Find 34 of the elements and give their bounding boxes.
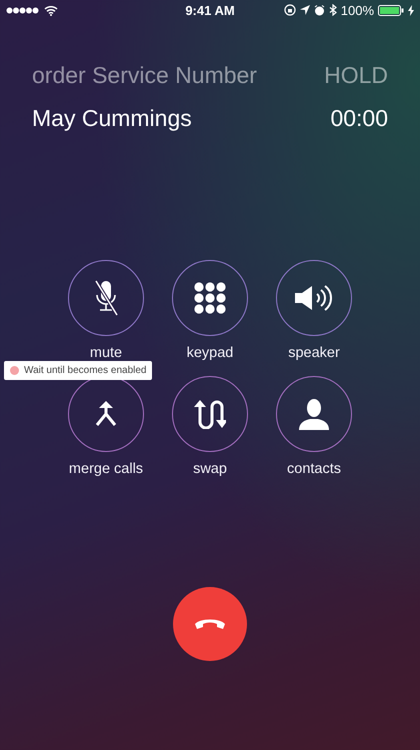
bluetooth-icon xyxy=(328,4,337,16)
clock-time: 9:41 AM xyxy=(185,2,235,18)
battery-percent: 100% xyxy=(340,2,374,18)
wifi-icon xyxy=(44,4,58,16)
button-label: keypad xyxy=(186,345,234,361)
button-label: mute xyxy=(90,345,122,361)
contacts-button[interactable] xyxy=(276,376,352,452)
swap-button[interactable] xyxy=(172,376,248,452)
muted-microphone-icon xyxy=(93,280,119,316)
mute-button[interactable] xyxy=(68,260,144,336)
charging-icon xyxy=(408,4,414,16)
swap-arrows-icon xyxy=(194,399,226,429)
speaker-icon xyxy=(294,283,334,313)
speaker-button[interactable] xyxy=(276,260,352,336)
tooltip-text: Wait until becomes enabled xyxy=(24,365,146,376)
button-label: merge calls xyxy=(68,461,144,477)
person-silhouette-icon xyxy=(299,398,329,430)
caller-name: May Cummings xyxy=(32,105,192,132)
caller-name: order Service Number xyxy=(32,62,257,89)
call-timer: 00:00 xyxy=(330,105,388,132)
rotation-lock-icon xyxy=(284,4,296,16)
button-label: speaker xyxy=(288,345,340,361)
signal-icon xyxy=(6,6,40,14)
battery-icon xyxy=(378,4,404,16)
hold-status: HOLD xyxy=(324,62,388,89)
alarm-icon xyxy=(314,4,325,16)
merge-arrow-icon xyxy=(95,400,117,428)
location-icon xyxy=(300,5,310,15)
keypad-button[interactable] xyxy=(172,260,248,336)
status-dot-icon xyxy=(10,366,19,375)
button-label: swap xyxy=(193,461,227,477)
keypad-icon xyxy=(194,282,226,314)
phone-handset-icon xyxy=(194,617,226,631)
button-label: contacts xyxy=(287,461,341,477)
